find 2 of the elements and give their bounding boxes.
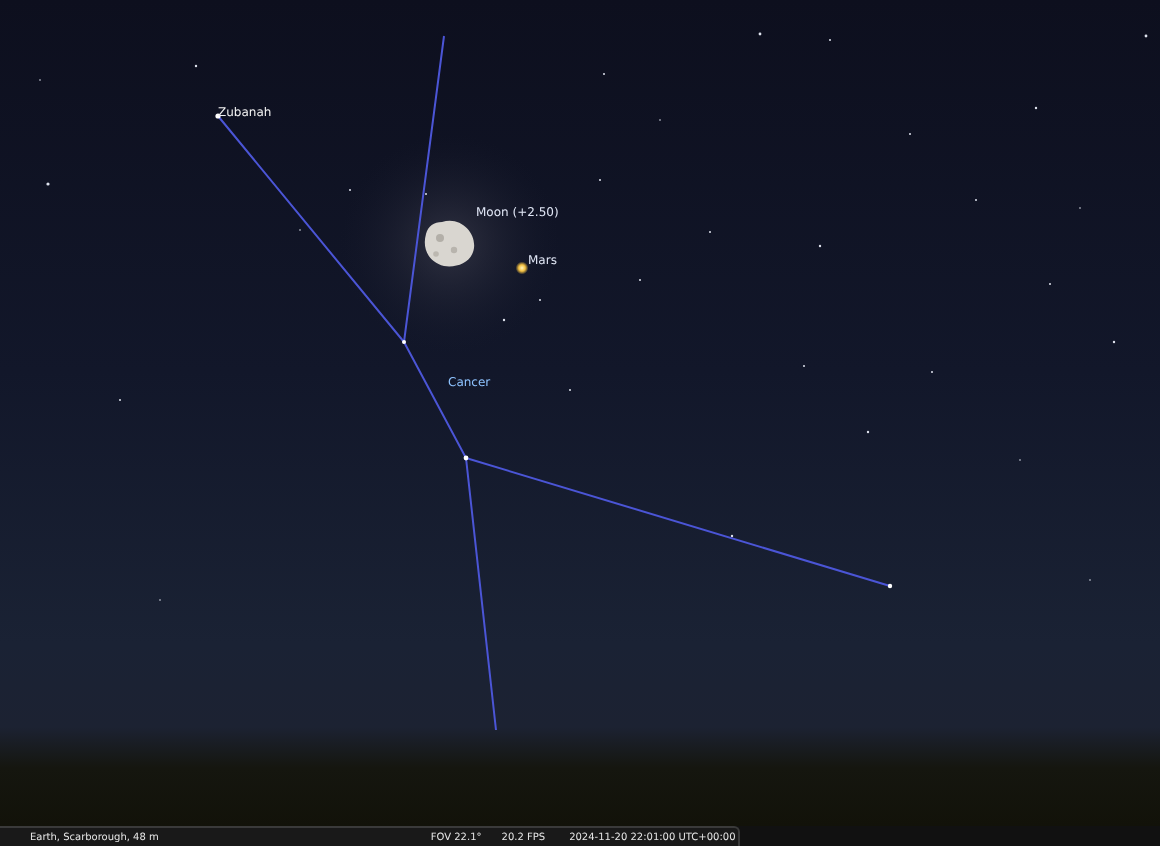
moon-drawing bbox=[424, 220, 475, 267]
planet-icon bbox=[515, 261, 529, 275]
